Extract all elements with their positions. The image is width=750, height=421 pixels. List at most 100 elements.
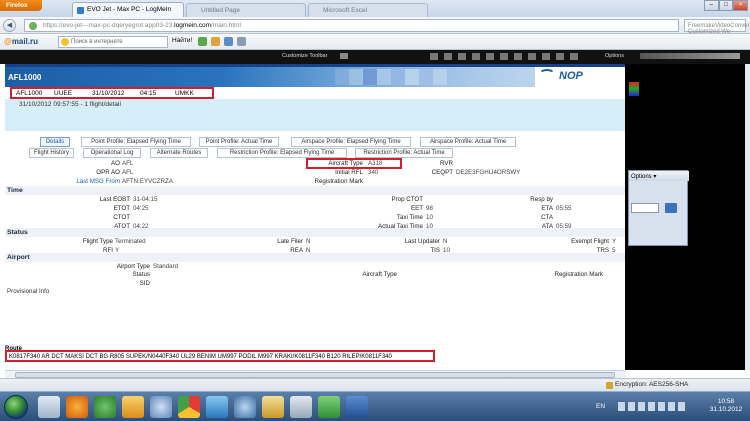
airport-type-value: Standard: [153, 263, 179, 270]
flight-id-title: AFL1000: [8, 73, 42, 82]
utorrent-icon[interactable]: [94, 396, 116, 418]
ceqpt-value: DE2E3FGHIJ4ORSWY: [456, 169, 521, 176]
tab-untitled[interactable]: Untitled Page: [186, 3, 306, 17]
route-value: K0817F340 AR DCT MAKSI DCT BG R805 SUPEK…: [5, 350, 435, 362]
tab-details[interactable]: Details: [40, 137, 70, 147]
tray-icons[interactable]: [618, 402, 688, 411]
flight-date: 31/10/2012: [92, 90, 125, 97]
clock[interactable]: 10:58 31.10.2012: [706, 398, 746, 414]
last-msg-from-label: Last MSG From: [76, 178, 120, 185]
subheader-text: 31/10/2012 09:57:55 - 1 flight/detail: [19, 101, 121, 108]
subheader: 31/10/2012 09:57:55 - 1 flight/detail: [5, 99, 625, 131]
flight-time: 04:15: [140, 90, 157, 97]
outlook-icon[interactable]: [122, 396, 144, 418]
url-bar[interactable]: https://evo-jet---max-pc-dqeryegrot.app0…: [24, 19, 679, 32]
tab-operational-log[interactable]: Operational Log: [83, 148, 141, 158]
tab-point-profile-eft[interactable]: Point Profile: Elapsed Flying Time: [81, 137, 191, 147]
chrome-icon[interactable]: [178, 396, 200, 418]
zoom-icon[interactable]: [237, 37, 246, 46]
go-button[interactable]: [665, 203, 677, 213]
opr-ao-label: OPR AO: [96, 169, 120, 176]
flight-detail-page: AFL1000 NOP AFL1000 UUEE 31/10/2012 04:1…: [5, 67, 625, 370]
status-section-header: Status: [5, 228, 625, 237]
eta-value: 05:55: [556, 205, 572, 212]
tab-excel[interactable]: Microsoft Excel: [308, 3, 428, 17]
tab-restriction-profile-eft[interactable]: Restriction Profile: Elapsed Flying Time: [217, 148, 347, 158]
initial-rfl-value: 340: [368, 169, 379, 176]
prop-ctot-label: Prop CTOT: [391, 196, 423, 203]
explorer-icon[interactable]: [262, 396, 284, 418]
cta-label: CTA: [541, 214, 553, 221]
window-controls: – □ ×: [704, 0, 749, 11]
options-panel-header: Options ▾: [629, 171, 689, 181]
etot-label: ETOT: [113, 205, 130, 212]
mailru-search-input[interactable]: Поиск в интернете: [58, 36, 168, 48]
tab-label: Untitled Page: [201, 7, 241, 14]
tab-flight-history[interactable]: Flight History: [29, 148, 74, 158]
mailru-search-placeholder: Поиск в интернете: [71, 39, 123, 45]
navigation-bar: ◀ https://evo-jet---max-pc-dqeryegrot.ap…: [0, 17, 750, 35]
url-domain: logmein.com: [174, 22, 212, 29]
mailru-logo[interactable]: @mail.ru: [4, 37, 38, 46]
excel-icon[interactable]: [318, 396, 340, 418]
system-tray: EN 10:58 31.10.2012: [596, 396, 746, 418]
tab-alternate-routes[interactable]: Alternate Routes: [150, 148, 208, 158]
mailru-toolbar: @mail.ru Поиск в интернете Найти!: [0, 34, 750, 50]
browser-statusbar: Encryption: AES256-SHA: [0, 378, 750, 391]
word-icon[interactable]: [346, 396, 368, 418]
options-menu[interactable]: Options: [605, 53, 624, 59]
browser-search-input[interactable]: FreemakeVideoConverterTB Customized We: [684, 19, 750, 35]
app-icon[interactable]: [290, 396, 312, 418]
pen-icon[interactable]: [211, 37, 220, 46]
secure-site-icon: [29, 22, 37, 30]
firefox-icon[interactable]: [66, 396, 88, 418]
last-updater-value: N: [443, 238, 448, 245]
language-indicator[interactable]: EN: [596, 403, 605, 410]
tab-point-profile-actual[interactable]: Point Profile: Actual Time: [199, 137, 279, 147]
windows-taskbar: EN 10:58 31.10.2012: [0, 391, 750, 421]
airport-registration-mark-label: Registration Mark: [554, 271, 604, 278]
airport-aircraft-type-label: Aircraft Type: [362, 271, 397, 278]
horizontal-scrollbar[interactable]: [5, 370, 625, 378]
volume-slider[interactable]: [640, 53, 740, 59]
firefox-menu-button[interactable]: Firefox: [0, 0, 42, 11]
url-prefix: https://evo-jet---max-pc-dqeryegrot.app0…: [43, 22, 175, 29]
search-icon: [61, 38, 69, 46]
tab-logmein[interactable]: EVO Jet - Max PC - LogMeIn: [72, 2, 184, 17]
toolbar-arrow-icon[interactable]: [340, 53, 348, 59]
tab-airspace-profile-eft[interactable]: Airspace Profile: Elapsed Flying Time: [291, 137, 411, 147]
late-filer-label: Late Filer: [277, 238, 303, 245]
clock-time: 10:58: [717, 398, 735, 405]
airport-section-header: Airport: [5, 253, 625, 262]
tab-label: Microsoft Excel: [323, 7, 368, 14]
minimize-icon[interactable]: –: [704, 0, 719, 11]
exempt-flight-label: Exempt Flight: [571, 238, 609, 245]
mailru-search-button[interactable]: Найти!: [172, 37, 192, 44]
flight-type-value: Terminated: [115, 238, 146, 245]
media-icon[interactable]: [234, 396, 256, 418]
flight-summary-box: AFL1000 UUEE 31/10/2012 04:15 UMKK: [10, 87, 214, 99]
tab-airspace-profile-actual[interactable]: Airspace Profile: Actual Time: [420, 137, 516, 147]
header-mosaic: [335, 69, 447, 85]
skype-icon[interactable]: [206, 396, 228, 418]
browser-titlebar: Firefox EVO Jet - Max PC - LogMeIn Untit…: [0, 0, 750, 17]
registration-mark-label: Registration Mark: [314, 178, 364, 185]
rvr-label: RVR: [440, 160, 453, 167]
clock-date: 31.10.2012: [709, 406, 743, 413]
maximize-icon[interactable]: □: [718, 0, 734, 11]
toolbar-tool-icons[interactable]: [430, 53, 580, 60]
start-button[interactable]: [4, 395, 28, 419]
tab-restriction-profile-actual[interactable]: Restriction Profile: Actual Time: [355, 148, 453, 158]
vertical-scrollbar[interactable]: [745, 64, 750, 370]
options-panel-input[interactable]: [631, 203, 659, 213]
back-icon[interactable]: ◀: [3, 19, 16, 32]
arrival-airport: UMKK: [175, 90, 194, 97]
customize-toolbar-button[interactable]: Customize Toolbar: [282, 53, 327, 59]
user-icon[interactable]: [150, 396, 172, 418]
logmein-toolbar: Customize Toolbar Options: [0, 50, 750, 64]
close-icon[interactable]: ×: [733, 0, 749, 11]
translate-icon[interactable]: [198, 37, 207, 46]
lock-icon: [606, 382, 613, 389]
mail-icon[interactable]: [224, 37, 233, 46]
ie-icon[interactable]: [38, 396, 60, 418]
